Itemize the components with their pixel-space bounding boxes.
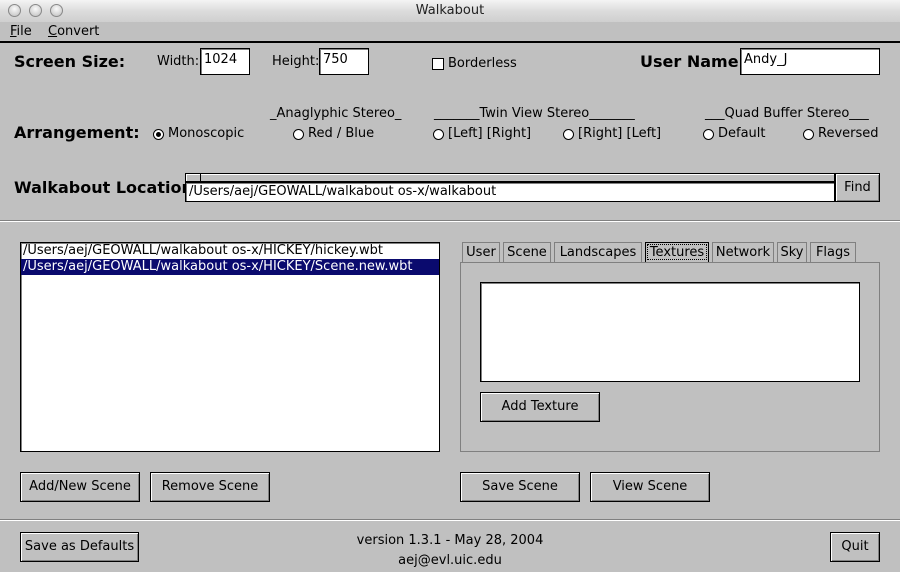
location-field[interactable]: /Users/aej/GEOWALL/walkabout os-x/walkab… bbox=[185, 182, 835, 202]
save-scene-button[interactable]: Save Scene bbox=[460, 472, 580, 502]
location-label: Walkabout Location: bbox=[14, 178, 200, 197]
tab-landscapes[interactable]: Landscapes bbox=[554, 242, 642, 262]
borderless-checkbox[interactable] bbox=[432, 58, 444, 70]
tab-user[interactable]: User bbox=[462, 242, 500, 262]
version-info: version 1.3.1 - May 28, 2004 aej@evl.uic… bbox=[300, 531, 600, 571]
borderless-label: Borderless bbox=[448, 56, 517, 71]
scrollbar-thumb-edge bbox=[200, 174, 201, 181]
width-label: Width: bbox=[157, 54, 200, 69]
scene-list-item[interactable]: /Users/aej/GEOWALL/walkabout os-x/HICKEY… bbox=[21, 243, 439, 259]
scene-list[interactable]: /Users/aej/GEOWALL/walkabout os-x/HICKEY… bbox=[20, 242, 440, 452]
radio-right-left[interactable] bbox=[563, 129, 574, 140]
view-scene-button[interactable]: View Scene bbox=[590, 472, 710, 502]
menu-bar: File Convert bbox=[0, 22, 900, 43]
radio-default-label: Default bbox=[718, 126, 766, 141]
arrangement-label: Arrangement: bbox=[14, 123, 140, 142]
menu-convert[interactable]: Convert bbox=[48, 24, 99, 39]
radio-left-right-label: [Left] [Right] bbox=[448, 126, 532, 141]
width-field[interactable]: 1024 bbox=[200, 48, 250, 75]
user-name-field[interactable]: Andy_J bbox=[740, 48, 880, 75]
radio-monoscopic[interactable] bbox=[153, 129, 164, 140]
radio-red-blue[interactable] bbox=[293, 129, 304, 140]
radio-right-left-label: [Right] [Left] bbox=[578, 126, 662, 141]
screen-size-label: Screen Size: bbox=[14, 52, 126, 71]
height-field[interactable]: 750 bbox=[319, 48, 369, 75]
location-scrollbar[interactable] bbox=[185, 173, 835, 182]
tab-sky[interactable]: Sky bbox=[777, 242, 807, 262]
tab-scene[interactable]: Scene bbox=[503, 242, 551, 262]
texture-list[interactable] bbox=[480, 282, 860, 382]
radio-left-right[interactable] bbox=[433, 129, 444, 140]
radio-reversed-label: Reversed bbox=[818, 126, 879, 141]
window-title: Walkabout bbox=[415, 3, 485, 18]
title-bar: Walkabout bbox=[0, 0, 900, 23]
save-defaults-button[interactable]: Save as Defaults bbox=[20, 532, 139, 562]
version-text: version 1.3.1 - May 28, 2004 bbox=[356, 533, 544, 548]
scene-list-item-selected[interactable]: /Users/aej/GEOWALL/walkabout os-x/HICKEY… bbox=[21, 259, 439, 275]
quad-buffer-heading: ___Quad Buffer Stereo___ bbox=[705, 106, 869, 121]
add-new-scene-button[interactable]: Add/New Scene bbox=[20, 472, 140, 502]
twinview-heading: _______Twin View Stereo_______ bbox=[434, 106, 635, 121]
tab-network[interactable]: Network bbox=[712, 242, 774, 262]
add-texture-button[interactable]: Add Texture bbox=[480, 392, 600, 422]
email-text: aej@evl.uic.edu bbox=[398, 553, 502, 568]
quit-button[interactable]: Quit bbox=[830, 532, 880, 562]
tab-textures[interactable]: Textures bbox=[645, 242, 709, 262]
radio-reversed[interactable] bbox=[803, 129, 814, 140]
divider-top bbox=[0, 220, 900, 222]
divider-bottom bbox=[0, 519, 900, 521]
radio-red-blue-label: Red / Blue bbox=[308, 126, 375, 141]
radio-monoscopic-label: Monoscopic bbox=[168, 126, 245, 141]
anaglyph-heading: _Anaglyphic Stereo_ bbox=[270, 106, 402, 121]
remove-scene-button[interactable]: Remove Scene bbox=[150, 472, 270, 502]
tab-flags[interactable]: Flags bbox=[810, 242, 856, 262]
radio-default[interactable] bbox=[703, 129, 714, 140]
find-button[interactable]: Find bbox=[835, 173, 880, 202]
user-name-label: User Name: bbox=[640, 52, 745, 71]
height-label: Height: bbox=[272, 54, 320, 69]
menu-file[interactable]: File bbox=[10, 24, 32, 39]
